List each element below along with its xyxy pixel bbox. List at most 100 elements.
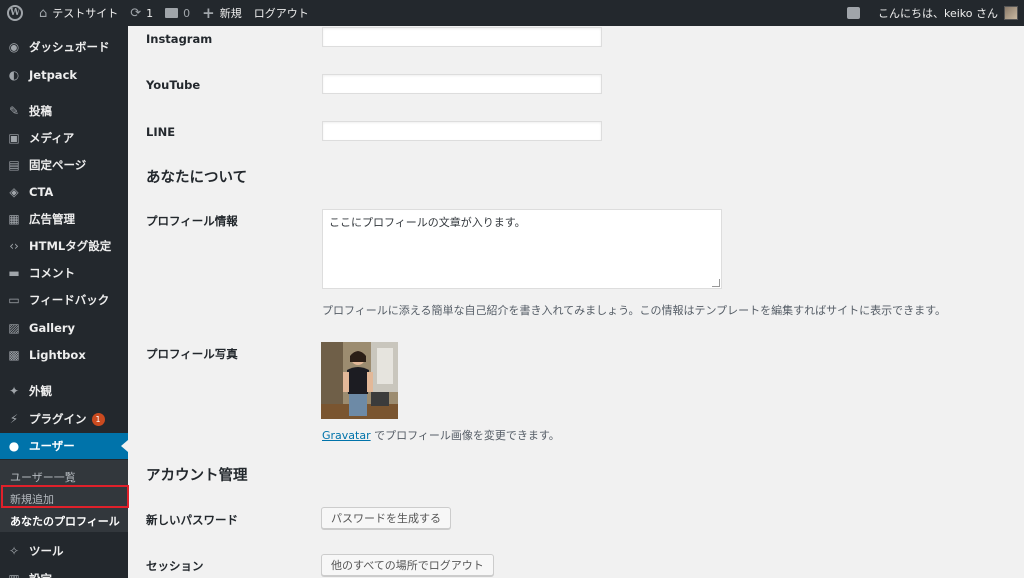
profile-info-description: プロフィールに添える簡単な自己紹介を書き入れてみましょう。この情報はテンプレート… bbox=[322, 304, 947, 317]
sidebar-item-label: コメント bbox=[29, 266, 75, 280]
post-icon: ✎ bbox=[8, 104, 20, 118]
greeting: こんにちは、keiko さん bbox=[877, 7, 998, 20]
site-name-menu[interactable]: ⌂ テストサイト bbox=[33, 0, 124, 26]
sidebar-item-label: Gallery bbox=[29, 321, 76, 335]
youtube-input[interactable] bbox=[322, 74, 602, 94]
sidebar-item-jetpack[interactable]: ◐ Jetpack bbox=[0, 62, 128, 88]
wordpress-logo-icon: W bbox=[7, 5, 23, 21]
sidebar-item-gallery[interactable]: ▨ Gallery bbox=[0, 315, 128, 341]
profile-info-label: プロフィール情報 bbox=[146, 214, 238, 228]
sidebar-item-label: 外観 bbox=[29, 384, 52, 398]
profile-info-textarea[interactable]: ここにプロフィールの文章が入ります。 bbox=[322, 209, 722, 289]
users-icon: ● bbox=[8, 439, 20, 453]
sidebar-item-lightbox[interactable]: ▩ Lightbox bbox=[0, 342, 128, 368]
plus-icon: + bbox=[202, 4, 215, 22]
line-input[interactable] bbox=[322, 121, 602, 141]
updates-icon: ⟳ bbox=[130, 5, 142, 21]
sidebar-item-page[interactable]: ▤ 固定ページ bbox=[0, 152, 128, 178]
sidebar-item-comment[interactable]: ▬ コメント bbox=[0, 260, 128, 286]
sessions-label: セッション bbox=[146, 559, 204, 573]
sidebar-item-label: 広告管理 bbox=[29, 212, 75, 226]
sidebar-item-settings[interactable]: ▥ 設定 bbox=[0, 566, 128, 578]
sidebar-item-label: ツール bbox=[29, 544, 64, 558]
ads-icon: ▦ bbox=[8, 212, 20, 226]
comments-menu[interactable]: 0 bbox=[159, 0, 196, 26]
sidebar-item-label: プラグイン bbox=[29, 412, 87, 426]
sidebar-item-dashboard[interactable]: ◉ ダッシュボード bbox=[0, 34, 128, 60]
resize-handle[interactable] bbox=[712, 279, 720, 287]
feedback-icon: ▭ bbox=[8, 293, 20, 307]
sidebar-item-media[interactable]: ▣ メディア bbox=[0, 125, 128, 151]
notification-button[interactable] bbox=[841, 0, 866, 26]
sidebar-item-label: 固定ページ bbox=[29, 158, 87, 172]
sidebar-item-label: フィードバック bbox=[29, 293, 110, 307]
sidebar-item-label: ダッシュボード bbox=[29, 40, 110, 54]
avatar bbox=[1004, 6, 1018, 20]
notification-icon bbox=[846, 7, 860, 19]
code-icon: ‹› bbox=[9, 239, 19, 253]
updates-count: 1 bbox=[146, 6, 154, 20]
logout-link[interactable]: ログアウト bbox=[248, 0, 315, 26]
comment-icon: ▬ bbox=[8, 266, 20, 280]
appearance-icon: ✦ bbox=[8, 384, 20, 398]
logout-everywhere-button[interactable]: 他のすべての場所でログアウト bbox=[321, 554, 494, 576]
page-icon: ▤ bbox=[8, 158, 20, 172]
sidebar-item-label: ユーザー bbox=[29, 439, 75, 453]
profile-form: Instagram YouTube LINE あなたについて プロフィール情報 … bbox=[128, 26, 1024, 578]
sidebar-item-users[interactable]: ● ユーザー bbox=[0, 433, 128, 459]
highlight-annotation bbox=[1, 485, 129, 508]
sidebar-item-label: Jetpack bbox=[29, 68, 78, 82]
sidebar-item-tools[interactable]: ✧ ツール bbox=[0, 538, 128, 564]
profile-photo bbox=[321, 342, 398, 419]
site-name: テストサイト bbox=[52, 7, 119, 20]
dashboard-icon: ◉ bbox=[8, 40, 20, 54]
comments-count: 0 bbox=[183, 6, 191, 20]
tools-icon: ✧ bbox=[8, 544, 20, 558]
about-section-title: あなたについて bbox=[146, 170, 248, 186]
submenu-item-2[interactable]: あなたのプロフィール bbox=[0, 510, 128, 532]
sidebar-item-label: HTMLタグ設定 bbox=[29, 239, 112, 253]
sidebar-item-feedback[interactable]: ▭ フィードバック bbox=[0, 287, 128, 313]
generate-password-button[interactable]: パスワードを生成する bbox=[321, 507, 451, 529]
gravatar-description: Gravatar でプロフィール画像を変更できます。 bbox=[322, 427, 560, 443]
comment-icon bbox=[165, 8, 179, 18]
profile-info-text: ここにプロフィールの文章が入ります。 bbox=[329, 216, 526, 229]
account-section-title: アカウント管理 bbox=[146, 468, 248, 484]
home-icon: ⌂ bbox=[39, 5, 48, 21]
instagram-input[interactable] bbox=[322, 27, 602, 47]
profile-photo-image bbox=[321, 342, 398, 419]
gallery-icon: ▨ bbox=[8, 321, 20, 335]
sidebar-item-cta[interactable]: ◈ CTA bbox=[0, 179, 128, 205]
new-password-label: 新しいパスワード bbox=[146, 513, 238, 527]
cta-icon: ◈ bbox=[9, 185, 19, 199]
sidebar-item-label: 投稿 bbox=[29, 104, 52, 118]
line-label: LINE bbox=[146, 125, 176, 139]
gravatar-desc-text: でプロフィール画像を変更できます。 bbox=[370, 429, 560, 442]
sidebar-item-plugin[interactable]: ⚡ プラグイン 1 bbox=[0, 406, 128, 432]
lightbox-icon: ▩ bbox=[8, 348, 20, 362]
jetpack-icon: ◐ bbox=[8, 68, 20, 82]
sidebar-item-ads[interactable]: ▦ 広告管理 bbox=[0, 206, 128, 232]
logout-label: ログアウト bbox=[253, 7, 309, 20]
update-count-badge: 1 bbox=[91, 412, 105, 426]
sidebar-item-label: 設定 bbox=[29, 571, 52, 578]
new-content-menu[interactable]: + 新規 bbox=[196, 0, 248, 26]
sidebar-item-label: CTA bbox=[29, 185, 54, 199]
settings-icon: ▥ bbox=[7, 572, 21, 578]
profile-photo-label: プロフィール写真 bbox=[146, 347, 238, 361]
instagram-label: Instagram bbox=[146, 32, 213, 46]
wp-logo-menu[interactable]: W bbox=[0, 0, 33, 26]
sidebar-item-label: Lightbox bbox=[29, 348, 86, 362]
plugin-icon: ⚡ bbox=[9, 412, 19, 426]
sidebar-item-label: メディア bbox=[29, 131, 75, 145]
my-account-menu[interactable]: こんにちは、keiko さん bbox=[866, 0, 1024, 26]
updates-menu[interactable]: ⟳ 1 bbox=[124, 0, 159, 26]
sidebar-item-appearance[interactable]: ✦ 外観 bbox=[0, 378, 128, 404]
media-icon: ▣ bbox=[8, 131, 20, 145]
sidebar-item-post[interactable]: ✎ 投稿 bbox=[0, 98, 128, 124]
new-label: 新規 bbox=[219, 7, 242, 20]
admin-bar: W ⌂ テストサイト ⟳ 1 0 + 新規 ログアウト こんにちは、keiko … bbox=[0, 0, 1024, 26]
gravatar-link[interactable]: Gravatar bbox=[322, 429, 371, 442]
sidebar-item-code[interactable]: ‹› HTMLタグ設定 bbox=[0, 233, 128, 259]
youtube-label: YouTube bbox=[146, 78, 201, 92]
